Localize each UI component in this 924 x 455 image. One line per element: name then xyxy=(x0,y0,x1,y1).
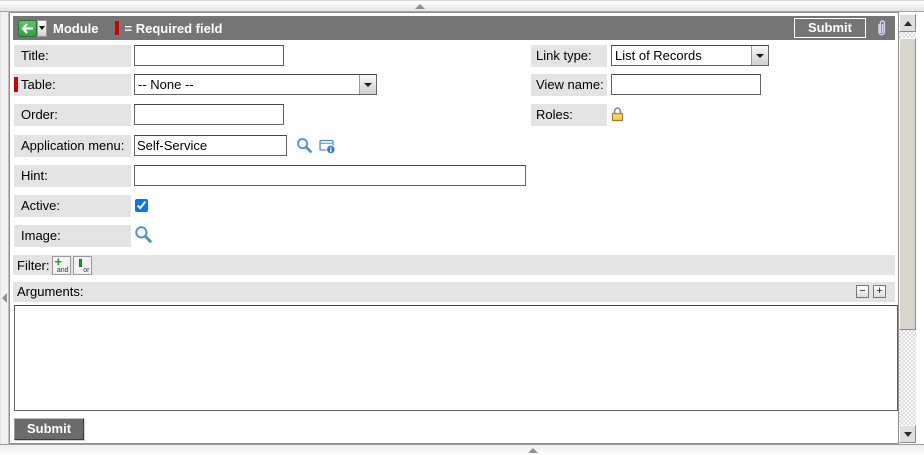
label-text: Title: xyxy=(21,48,49,63)
module-form-frame: Module = Required field Submit Title: Ta… xyxy=(9,12,899,444)
filter-or-label: or xyxy=(83,267,89,274)
filter-or-button[interactable]: or xyxy=(73,256,92,275)
back-button[interactable] xyxy=(18,20,37,37)
label-text: Application menu: xyxy=(21,138,124,153)
application-menu-lookup-button[interactable] xyxy=(296,137,313,154)
paperclip-icon[interactable] xyxy=(875,19,888,37)
required-marker-icon xyxy=(115,21,119,35)
filter-row: Filter: + and or xyxy=(13,255,895,275)
filter-and-label: and xyxy=(57,267,69,274)
table-select[interactable]: -- None -- xyxy=(134,74,377,95)
view-name-input[interactable] xyxy=(611,74,761,95)
required-legend: = Required field xyxy=(125,21,223,36)
label-text: Roles: xyxy=(536,107,573,122)
application-menu-preview-button[interactable] xyxy=(319,138,336,154)
field-label-hint: Hint: xyxy=(14,165,131,187)
bottom-splitter[interactable] xyxy=(0,444,924,455)
arguments-textarea[interactable] xyxy=(14,305,898,411)
label-text: Hint: xyxy=(21,168,48,183)
field-label-image: Image: xyxy=(14,225,131,247)
label-text: Link type: xyxy=(536,48,592,63)
top-splitter[interactable] xyxy=(0,0,924,12)
splitter-grip-up-icon[interactable] xyxy=(528,448,538,453)
splitter-grip-left-icon[interactable] xyxy=(2,293,7,303)
lock-icon xyxy=(611,106,624,122)
module-form-page: Module = Required field Submit Title: Ta… xyxy=(0,0,924,455)
expand-button[interactable]: + xyxy=(873,285,886,298)
title-input[interactable] xyxy=(134,45,284,66)
filter-and-button[interactable]: + and xyxy=(52,256,71,275)
submit-button-footer[interactable]: Submit xyxy=(14,418,84,440)
or-bar-icon xyxy=(79,259,82,267)
label-text: Table: xyxy=(21,77,56,92)
record-preview-icon xyxy=(319,138,336,154)
chevron-down-icon xyxy=(756,54,764,58)
scroll-down-button[interactable] xyxy=(899,425,916,443)
submit-button-header[interactable]: Submit xyxy=(794,18,866,38)
table-select-arrow[interactable] xyxy=(359,75,376,94)
hint-input[interactable] xyxy=(134,165,526,186)
link-type-select-arrow[interactable] xyxy=(751,46,768,65)
splitter-grip-up-icon[interactable] xyxy=(415,4,425,9)
left-splitter[interactable] xyxy=(0,12,9,444)
roles-lock-button[interactable] xyxy=(611,106,624,122)
label-text: Active: xyxy=(21,198,60,213)
arguments-label: Arguments: xyxy=(17,284,83,299)
magnifier-icon xyxy=(134,225,153,244)
vertical-scrollbar[interactable] xyxy=(899,14,916,443)
field-label-view-name: View name: xyxy=(531,74,607,96)
collapse-button[interactable]: − xyxy=(856,285,869,298)
scroll-up-button[interactable] xyxy=(899,14,916,32)
label-text: Image: xyxy=(21,228,61,243)
application-menu-input[interactable] xyxy=(134,135,287,156)
scrollbar-thumb[interactable] xyxy=(899,38,916,330)
field-label-roles: Roles: xyxy=(531,104,607,126)
field-label-table: Table: xyxy=(14,74,131,96)
order-input[interactable] xyxy=(134,104,284,125)
label-text: Order: xyxy=(21,107,58,122)
image-lookup-button[interactable] xyxy=(134,225,153,244)
magnifier-icon xyxy=(296,137,313,154)
field-label-application-menu: Application menu: xyxy=(14,135,131,157)
chevron-down-icon xyxy=(364,83,372,87)
active-checkbox[interactable] xyxy=(135,199,148,212)
field-label-order: Order: xyxy=(14,104,131,126)
required-field-marker-icon xyxy=(14,77,18,92)
table-select-value: -- None -- xyxy=(135,75,376,94)
filter-label: Filter: xyxy=(17,258,50,273)
form-title: Module xyxy=(53,21,99,36)
link-type-select-value: List of Records xyxy=(612,46,768,65)
back-arrow-icon xyxy=(21,23,34,34)
arguments-section-header: Arguments: − + xyxy=(13,282,895,302)
arrow-down-icon xyxy=(904,432,912,437)
field-label-link-type: Link type: xyxy=(531,45,607,67)
field-label-title: Title: xyxy=(14,45,131,67)
back-menu-caret[interactable] xyxy=(37,20,47,37)
link-type-select[interactable]: List of Records xyxy=(611,45,769,66)
chevron-down-icon xyxy=(39,26,45,30)
field-label-active: Active: xyxy=(14,195,131,217)
form-header: Module = Required field Submit xyxy=(13,16,895,40)
label-text: View name: xyxy=(536,77,604,92)
arrow-up-icon xyxy=(904,21,912,26)
